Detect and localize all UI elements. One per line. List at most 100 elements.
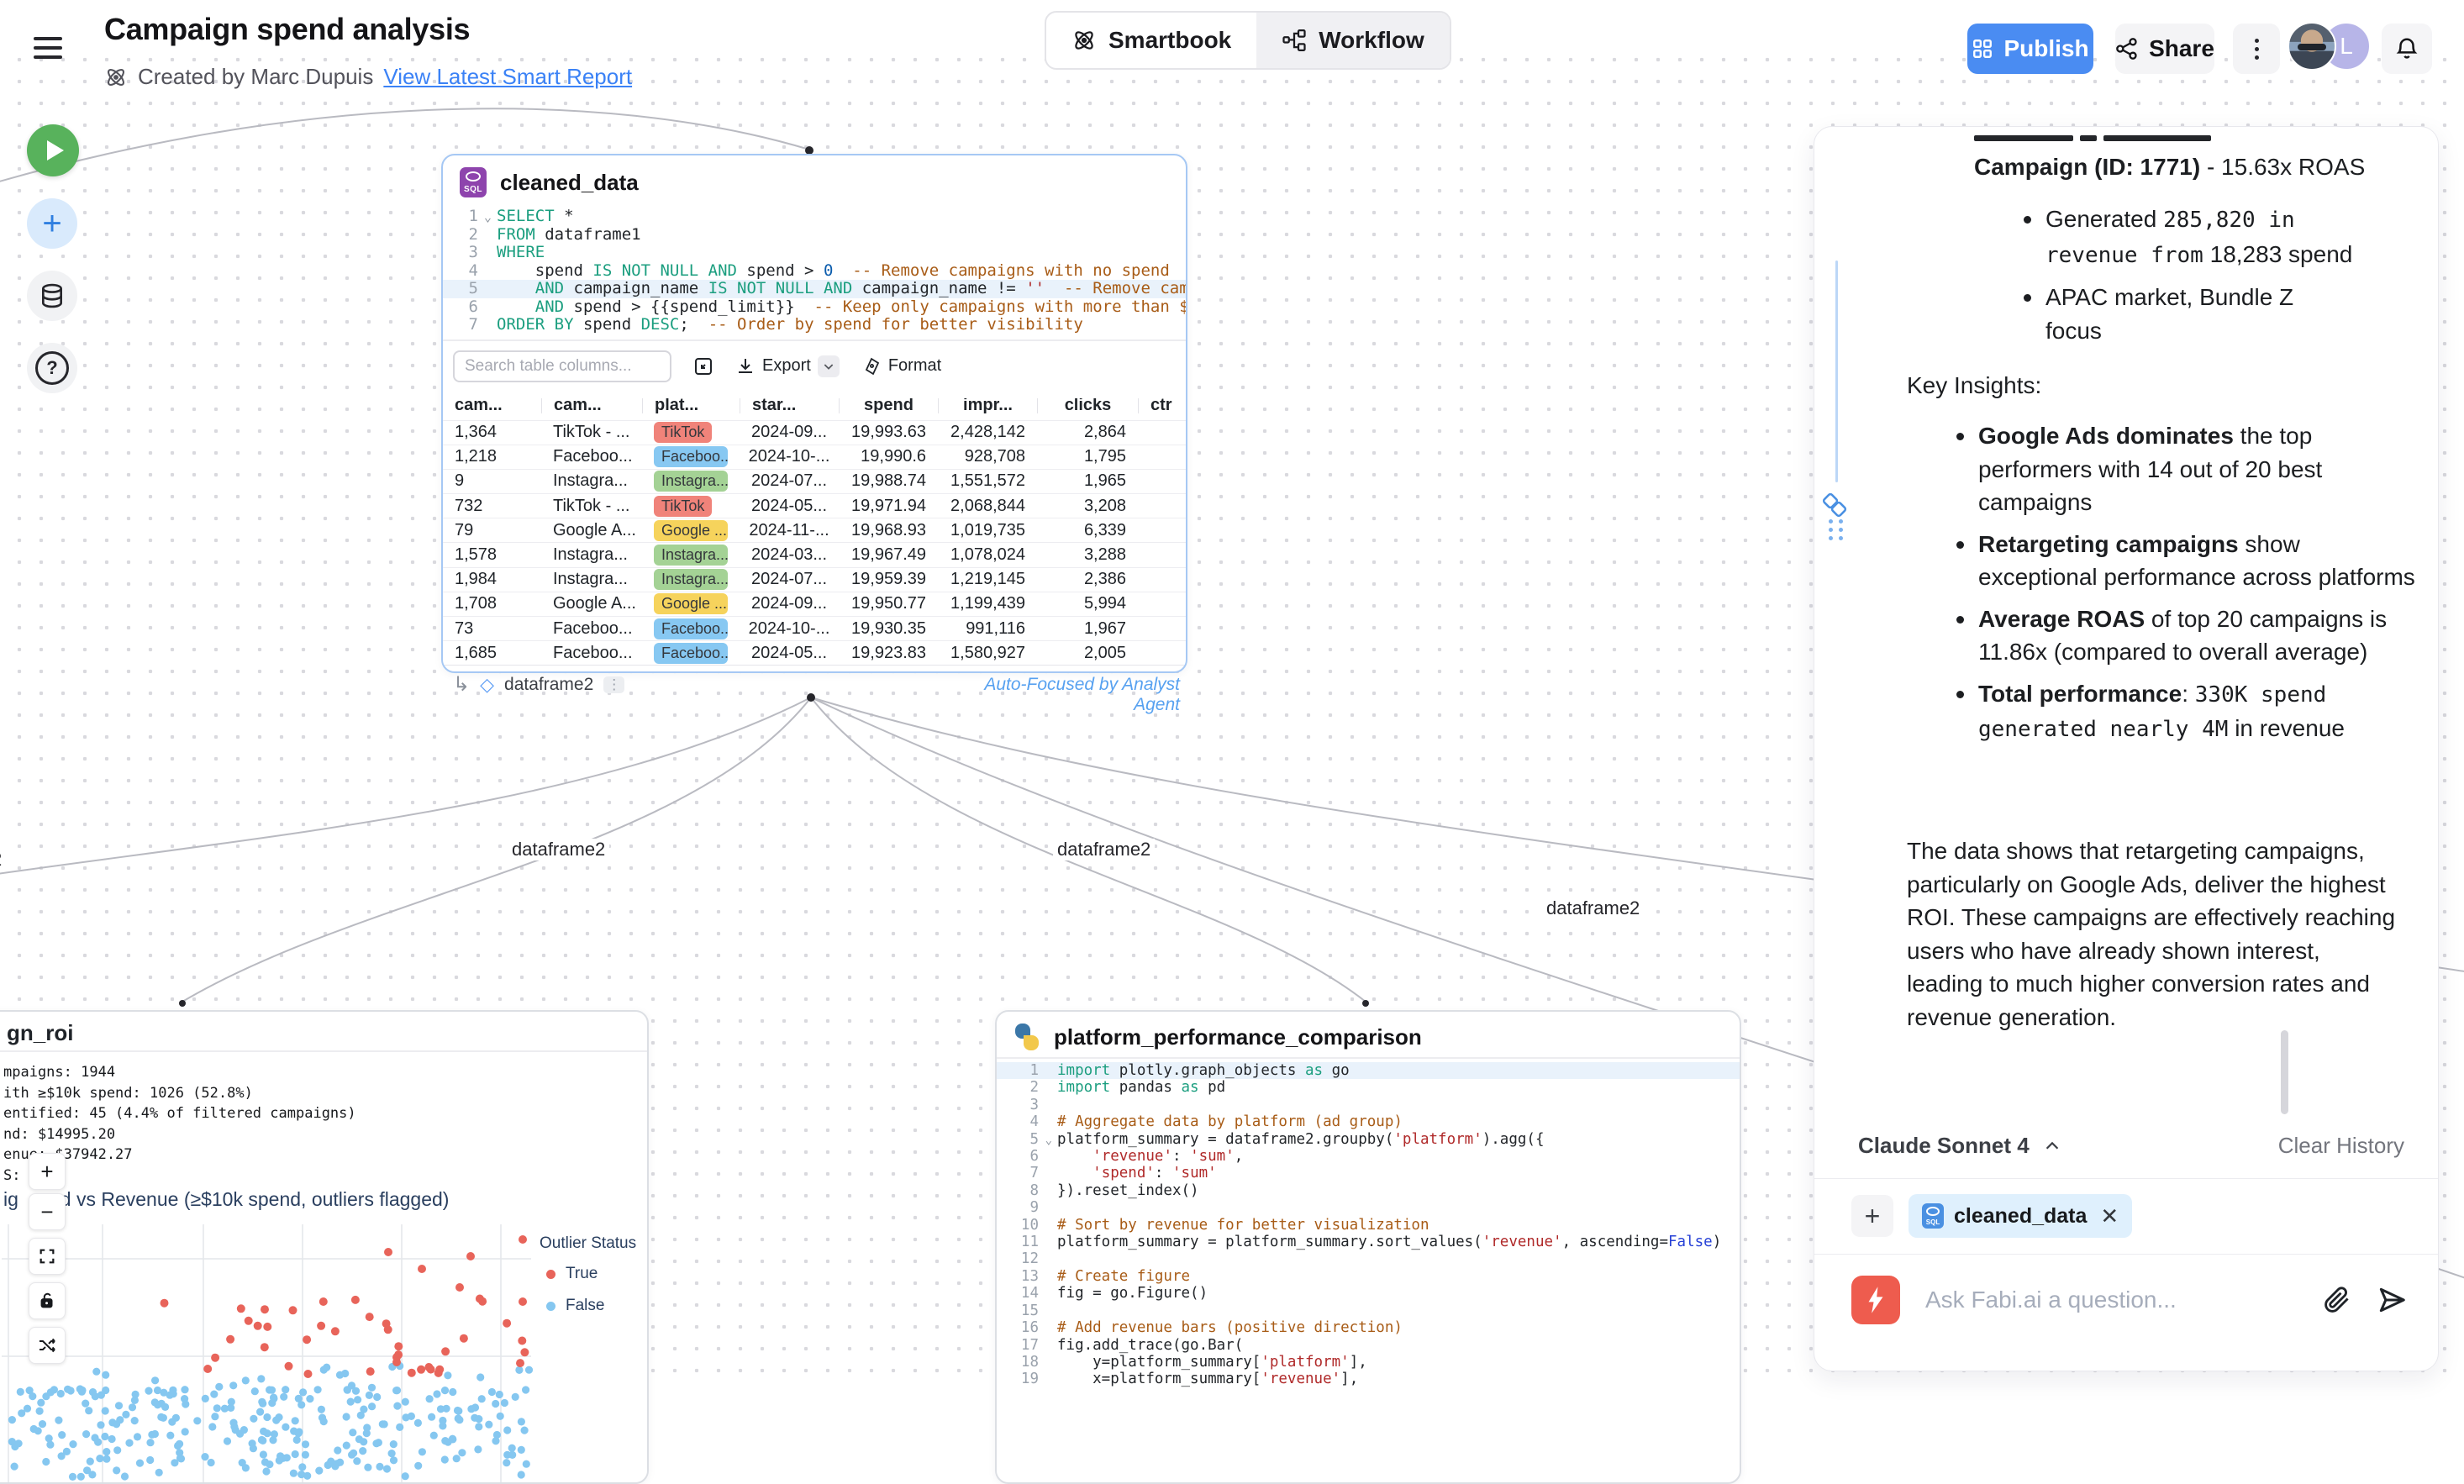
expand-table-button[interactable] xyxy=(693,356,713,376)
tab-workflow[interactable]: Workflow xyxy=(1256,13,1449,68)
table-row[interactable]: 79Google A...Google ...2024-11-...19,968… xyxy=(443,518,1186,542)
chevron-up-icon xyxy=(2043,1137,2061,1155)
chat-input[interactable] xyxy=(1924,1286,2298,1314)
analyst-chat-panel: Campaign (ID: 1771) - 15.63x ROAS Genera… xyxy=(1814,126,2439,1371)
plus-icon: + xyxy=(42,205,61,243)
export-options-button[interactable] xyxy=(818,355,840,377)
view-smart-report-link[interactable]: View Latest Smart Report xyxy=(383,64,632,90)
context-chip-cleaned-data[interactable]: SQL cleaned_data ✕ xyxy=(1909,1194,2132,1238)
platform-badge: Google ... xyxy=(654,520,728,541)
add-node-button[interactable]: + xyxy=(27,198,77,249)
model-selector[interactable]: Claude Sonnet 4 xyxy=(1858,1133,2061,1159)
tab-workflow-label: Workflow xyxy=(1319,27,1424,54)
tab-smartbook[interactable]: Smartbook xyxy=(1046,13,1256,68)
edge-label-dataframe2: dataframe2 xyxy=(1053,839,1155,860)
node-cleaned-data[interactable]: SQL cleaned_data 1⌄SELECT *2FROM datafra… xyxy=(441,154,1187,673)
scatter-points-false xyxy=(8,1362,533,1481)
data-sources-button[interactable] xyxy=(27,271,77,321)
attachment-icon[interactable] xyxy=(2322,1285,2352,1315)
node-title: platform_performance_comparison xyxy=(1054,1024,1422,1050)
column-header[interactable]: star... xyxy=(740,398,839,413)
sql-editor[interactable]: 1⌄SELECT *2FROM dataframe13WHERE4 spend … xyxy=(443,204,1186,334)
dataframe-diamond-icon: ◇ xyxy=(480,674,494,696)
message-drag-handle[interactable] xyxy=(1829,519,1845,540)
help-button[interactable]: ? xyxy=(27,343,77,393)
view-mode-toggle: Smartbook Workflow xyxy=(1045,11,1451,70)
database-icon xyxy=(39,282,66,309)
python-editor[interactable]: 1import plotly.graph_objects as go2impor… xyxy=(997,1059,1740,1388)
publish-button[interactable]: Publish xyxy=(1967,24,2093,74)
avatar-user-photo[interactable] xyxy=(2288,22,2336,71)
table-row[interactable]: 1,578Instagra...Instagra...2024-03...19,… xyxy=(443,542,1186,566)
list-item: Google Ads dominates the top performers … xyxy=(1956,419,2417,519)
python-node-icon xyxy=(1014,1024,1040,1050)
avatar-initial: L xyxy=(2340,33,2353,60)
column-header[interactable]: ctr xyxy=(1138,398,1186,413)
node-title: gn_roi xyxy=(7,1020,73,1046)
clear-history-button[interactable]: Clear History xyxy=(2278,1133,2404,1159)
column-header[interactable]: plat... xyxy=(642,398,740,413)
column-header[interactable]: cam... xyxy=(541,398,642,413)
platform-badge: Faceboo... xyxy=(654,643,728,664)
table-row[interactable]: 732TikTok - ...TikTok2024-05...19,971.94… xyxy=(443,493,1186,518)
table-row[interactable]: 9Instagra...Instagra...2024-07...19,988.… xyxy=(443,469,1186,493)
shuffle-button[interactable] xyxy=(29,1327,66,1364)
chart-title: nd vs Revenue (≥$10k spend, outliers fla… xyxy=(50,1188,449,1211)
table-row[interactable]: 1,984Instagra...Instagra...2024-07...19,… xyxy=(443,567,1186,592)
column-header[interactable]: spend xyxy=(839,398,938,413)
page-indicator: Page 1 of 20 xyxy=(1051,672,1146,673)
share-button[interactable]: Share xyxy=(2115,24,2214,74)
platform-badge: Instagra... xyxy=(654,471,728,492)
output-dataframe-label[interactable]: dataframe2 xyxy=(504,675,593,695)
menu-button[interactable] xyxy=(34,37,62,59)
table-row[interactable]: 1,364TikTok - ...TikTok2024-09...19,993.… xyxy=(443,420,1186,445)
link-cell-icon[interactable] xyxy=(1820,491,1849,519)
scatter-plot[interactable] xyxy=(2,1224,597,1482)
chart-legend[interactable]: Outlier Status True False xyxy=(540,1234,636,1329)
zoom-in-button[interactable]: + xyxy=(29,1153,66,1190)
kebab-icon xyxy=(2255,39,2259,43)
message-bullet-list: Generated 285,820 in revenue from 18,283… xyxy=(2024,203,2353,355)
share-icon xyxy=(2115,37,2139,61)
table-row[interactable]: 1,685Faceboo...Faceboo...2024-05...19,92… xyxy=(443,640,1186,665)
export-button[interactable]: Export xyxy=(735,355,840,377)
column-header[interactable]: impr... xyxy=(938,398,1037,413)
column-header[interactable]: cam... xyxy=(443,398,541,413)
panel-scrollbar[interactable] xyxy=(2281,1030,2288,1114)
platform-badge: Instagra... xyxy=(654,569,728,590)
send-icon[interactable] xyxy=(2376,1284,2408,1316)
fabi-logo xyxy=(1851,1276,1900,1324)
table-row[interactable]: 1,218Faceboo...Faceboo...2024-10-...19,9… xyxy=(443,445,1186,469)
lock-axes-button[interactable] xyxy=(29,1282,66,1319)
question-icon: ? xyxy=(35,351,69,385)
play-icon xyxy=(47,140,64,161)
remove-context-icon[interactable]: ✕ xyxy=(2100,1203,2119,1229)
prev-page-button[interactable]: ‹ xyxy=(1025,669,1033,673)
next-page-button[interactable]: › xyxy=(1165,669,1172,673)
table-row[interactable]: 73Faceboo...Faceboo...2024-10-...19,930.… xyxy=(443,616,1186,640)
zoom-out-button[interactable]: − xyxy=(29,1193,66,1230)
format-label: Format xyxy=(888,356,941,376)
add-context-button[interactable]: + xyxy=(1851,1195,1893,1237)
notifications-button[interactable] xyxy=(2382,24,2432,74)
format-button[interactable]: Format xyxy=(861,356,941,376)
table-row[interactable]: 1,708Google A...Google ...2024-09...19,9… xyxy=(443,592,1186,616)
chart-title-fragment: ig xyxy=(3,1188,18,1211)
node-campaign-roi[interactable]: gn_roi mpaigns: 1944ith ≥$10k spend: 102… xyxy=(0,1010,649,1484)
fullscreen-button[interactable] xyxy=(29,1238,66,1275)
auto-focus-label: Auto-Focused by Analyst Agent xyxy=(941,675,1180,715)
avatar-photo-detail xyxy=(2298,44,2326,50)
result-table[interactable]: cam...cam...plat...star...spendimpr...cl… xyxy=(443,392,1186,666)
download-icon xyxy=(735,356,756,376)
more-options-button[interactable] xyxy=(2233,24,2280,74)
share-label: Share xyxy=(2149,35,2214,62)
output-drag-handle[interactable]: ⋮ xyxy=(603,676,624,693)
publish-grid-icon xyxy=(1972,38,1993,60)
run-workflow-button[interactable] xyxy=(27,124,79,176)
message-focus-indicator xyxy=(1835,260,1838,482)
search-table-columns-input[interactable] xyxy=(453,350,671,382)
column-header[interactable]: clicks xyxy=(1037,398,1138,413)
lock-icon xyxy=(38,1292,56,1310)
node-platform-performance-comparison[interactable]: platform_performance_comparison 1import … xyxy=(995,1010,1741,1484)
list-item: Retargeting campaigns show exceptional p… xyxy=(1956,528,2417,594)
